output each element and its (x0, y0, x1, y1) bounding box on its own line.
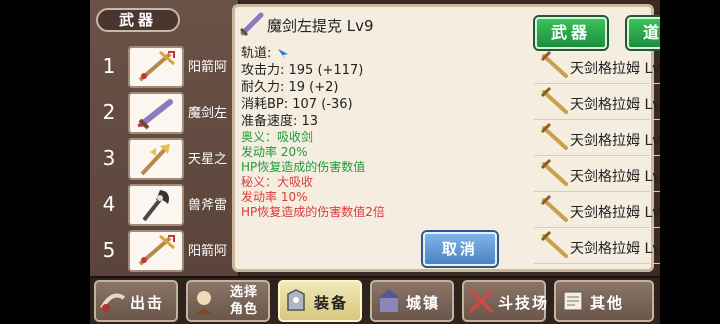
item-label: 天剑格拉姆 Lv3 (570, 205, 660, 221)
item-label: 天剑格拉姆 Lv7 (570, 241, 660, 257)
nav-select-character-label: 选择 角色 (222, 284, 266, 318)
nav-town-button[interactable]: 城镇 (370, 280, 454, 322)
slot-number: 2 (102, 100, 116, 124)
slot-name: 兽斧雷 (188, 198, 228, 213)
axe-icon (128, 184, 184, 226)
slot-number: 1 (102, 54, 116, 78)
sortie-icon (100, 293, 126, 312)
weapon-slot-1[interactable]: 1 阳箭阿 (90, 44, 238, 88)
track-row: 轨道: (241, 45, 385, 62)
weapon-title: 魔剑左提克 Lv9 (267, 17, 374, 35)
list-item[interactable]: 天剑格拉姆 Lv2 (534, 156, 660, 192)
sword-icon (540, 194, 568, 222)
nav-select-character-button[interactable]: 选择 角色 (186, 280, 270, 322)
weapon-slot-4[interactable]: 4 兽斧雷 (90, 182, 238, 226)
sword-icon (540, 50, 568, 78)
weapon-slot-2[interactable]: 2 魔剑左 (90, 90, 238, 134)
weapon-list-title: 武器 (96, 8, 180, 32)
ready-speed-stat: 准备速度: 13 (241, 114, 319, 129)
nav-other-button[interactable]: 其他 (554, 280, 654, 322)
slot-number: 5 (102, 238, 116, 262)
town-icon (378, 289, 400, 312)
slot-number: 4 (102, 192, 116, 216)
nav-equip-button[interactable]: 装备 (278, 280, 362, 322)
secret2-rate: 发动率 10% (241, 190, 308, 204)
slot-name: 天星之 (188, 152, 228, 167)
scroll-icon (563, 291, 583, 311)
nav-sortie-label: 出击 (130, 294, 165, 312)
sword-icon (128, 92, 184, 134)
sword-icon (540, 86, 568, 114)
slot-name: 阳箭阿 (188, 60, 228, 75)
sword-icon (540, 122, 568, 150)
crossbow-icon (128, 46, 184, 88)
cancel-button[interactable]: 取消 (423, 232, 497, 266)
weapon-inventory-list: 天剑格拉姆 Lv1 天剑格拉姆 Lv2 天剑格拉姆 Lv2 天剑格拉姆 Lv2 … (534, 48, 660, 268)
sword-icon (239, 12, 264, 37)
secret2-name: 秘义：大吸收 (241, 175, 314, 189)
nav-arena-button[interactable]: 斗技场 (462, 280, 550, 322)
list-item[interactable]: 天剑格拉姆 Lv7 (534, 228, 660, 264)
item-label: 天剑格拉姆 Lv1 (570, 61, 660, 77)
bottom-nav: 出击 选择 角色 装备 城镇 斗技场 其他 (90, 276, 660, 324)
nav-select-line2: 角色 (229, 302, 258, 317)
character-icon (196, 291, 212, 314)
crossbow-icon (128, 230, 184, 272)
item-label: 天剑格拉姆 Lv2 (570, 169, 660, 185)
weapon-slot-3[interactable]: 3 天星之 (90, 136, 238, 180)
game-screen: 武器 1 阳箭阿 2 魔剑左 3 天星之 4 兽斧雷 5 阳箭阿 魔剑左提克 L… (90, 0, 660, 324)
weapon-stats: 轨道: 攻击力: 195 (+117) 耐久力: 19 (+2) 消耗BP: 1… (241, 45, 385, 220)
slot-name: 魔剑左 (188, 106, 228, 121)
secret1-desc: HP恢复造成的伤害数值 (241, 160, 366, 174)
slot-name: 阳箭阿 (188, 244, 228, 259)
nav-other-label: 其他 (590, 294, 625, 312)
bp-cost-stat: 消耗BP: 107 (-36) (241, 97, 353, 112)
secret2-desc: HP恢复造成的伤害数值2倍 (241, 205, 385, 219)
nav-equip-label: 装备 (314, 294, 349, 312)
weapon-slot-5[interactable]: 5 阳箭阿 (90, 228, 238, 272)
item-label: 天剑格拉姆 Lv2 (570, 133, 660, 149)
glaive-icon (128, 138, 184, 180)
sword-icon (540, 230, 568, 258)
secret1-name: 奥义：吸收剑 (241, 130, 314, 144)
durability-stat: 耐久力: 19 (+2) (241, 80, 339, 95)
item-label: 天剑格拉姆 Lv2 (570, 97, 660, 113)
list-item[interactable]: 天剑格拉姆 Lv3 (534, 192, 660, 228)
secret1-rate: 发动率 20% (241, 145, 308, 159)
nav-sortie-button[interactable]: 出击 (94, 280, 178, 322)
nav-select-line1: 选择 (229, 285, 258, 300)
track-label: 轨道: (241, 46, 272, 61)
nav-town-label: 城镇 (406, 294, 441, 312)
tab-item[interactable]: 道具 (627, 17, 660, 49)
armor-icon (287, 289, 305, 311)
tab-weapon[interactable]: 武器 (535, 17, 607, 49)
list-item[interactable]: 天剑格拉姆 Lv2 (534, 120, 660, 156)
list-item[interactable]: 天剑格拉姆 Lv2 (534, 84, 660, 120)
sword-icon (540, 158, 568, 186)
attack-stat: 攻击力: 195 (+117) (241, 63, 364, 78)
slot-number: 3 (102, 146, 116, 170)
list-item[interactable]: 天剑格拉姆 Lv1 (534, 48, 660, 84)
cursor-arrow-icon (277, 48, 288, 59)
crossed-swords-icon (468, 288, 494, 314)
nav-arena-label: 斗技场 (498, 294, 550, 312)
weapon-list-panel: 武器 1 阳箭阿 2 魔剑左 3 天星之 4 兽斧雷 5 阳箭阿 (90, 0, 240, 276)
